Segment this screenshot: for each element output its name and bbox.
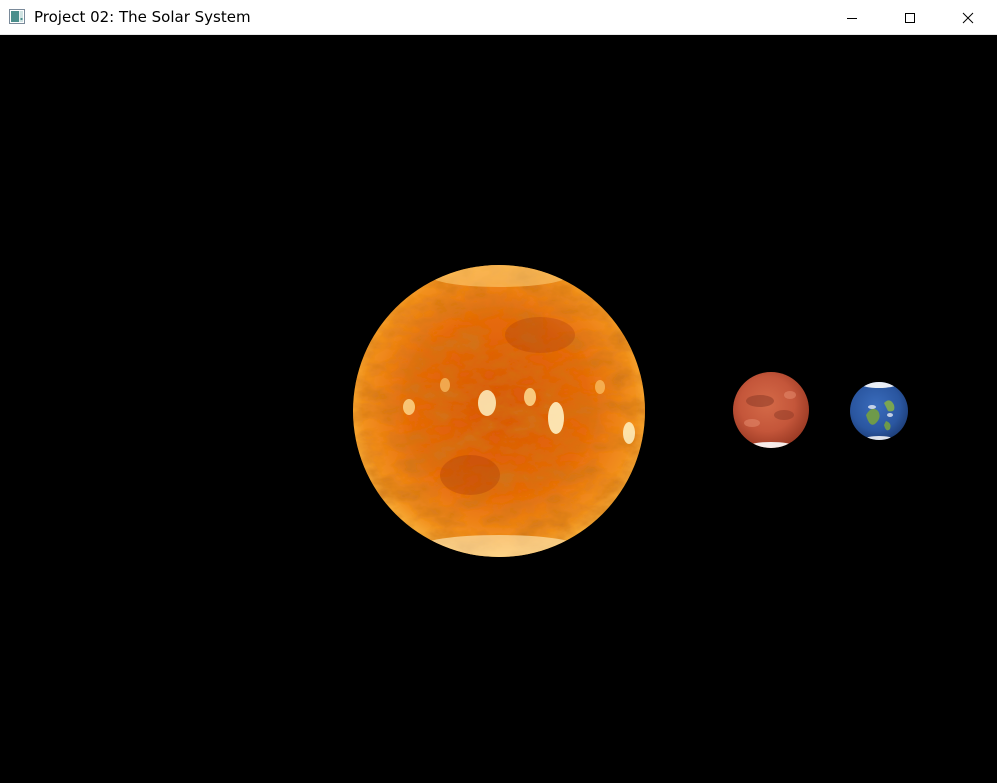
- minimize-button[interactable]: [823, 0, 881, 35]
- title-bar[interactable]: Project 02: The Solar System: [0, 0, 997, 35]
- maximize-icon: [905, 12, 915, 23]
- opengl-window-icon: [9, 9, 25, 24]
- close-button[interactable]: [939, 0, 997, 35]
- minimize-icon: [847, 17, 857, 19]
- opengl-render-viewport[interactable]: [0, 35, 997, 783]
- earth-planet: [850, 382, 908, 440]
- window-title: Project 02: The Solar System: [34, 8, 251, 26]
- sun-planet: [353, 265, 645, 557]
- application-window: Project 02: The Solar System: [0, 0, 997, 783]
- scene-canvas: [353, 265, 908, 557]
- close-icon: [962, 12, 974, 23]
- mars-planet: [733, 372, 809, 448]
- maximize-button[interactable]: [881, 0, 939, 35]
